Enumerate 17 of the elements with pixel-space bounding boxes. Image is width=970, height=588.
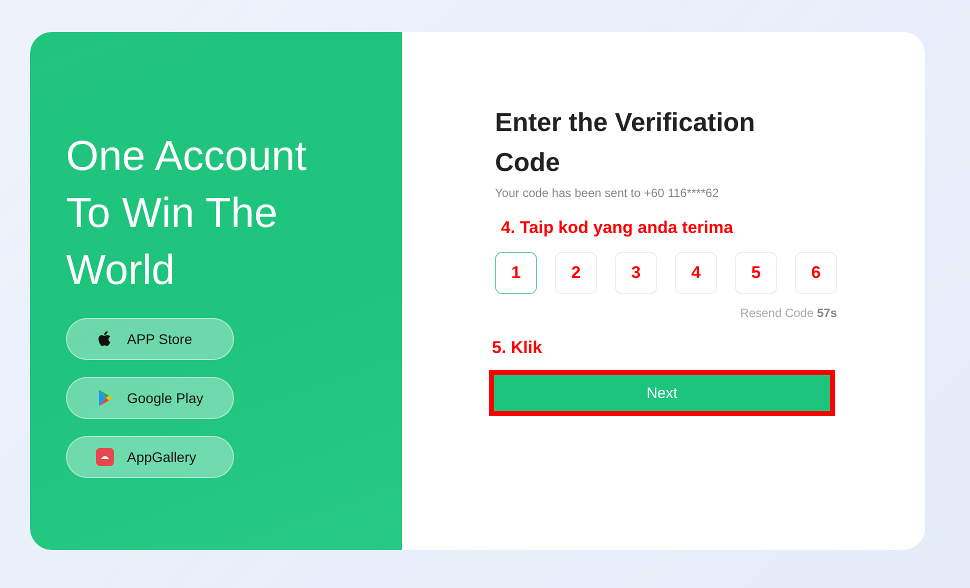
code-digit-field[interactable]: 6 (795, 252, 837, 294)
store-button[interactable]: Google Play (66, 377, 234, 419)
code-digit-field[interactable]: 5 (735, 252, 777, 294)
code-digit-field[interactable]: 1 (495, 252, 537, 294)
store-button[interactable]: AppGallery (66, 436, 234, 478)
step-annotation: 4. Taip kod yang anda terima (501, 218, 734, 238)
code-digit-field[interactable]: 3 (615, 252, 657, 294)
form-title: Enter the Verification Code (495, 106, 756, 179)
step-annotation: 5. Klik (492, 338, 544, 358)
sent-to-text: Your code has been sent to +60 116****62 (495, 186, 720, 200)
code-digit-field[interactable]: 2 (555, 252, 597, 294)
next-button[interactable]: Next (494, 375, 830, 411)
resend-countdown: Resend Code 57s (739, 306, 837, 320)
store-button[interactable]: APP Store (66, 318, 234, 360)
headline: One Account To Win The World (66, 131, 308, 295)
app-gallery-icon (95, 447, 115, 467)
code-digit-field[interactable]: 4 (675, 252, 717, 294)
